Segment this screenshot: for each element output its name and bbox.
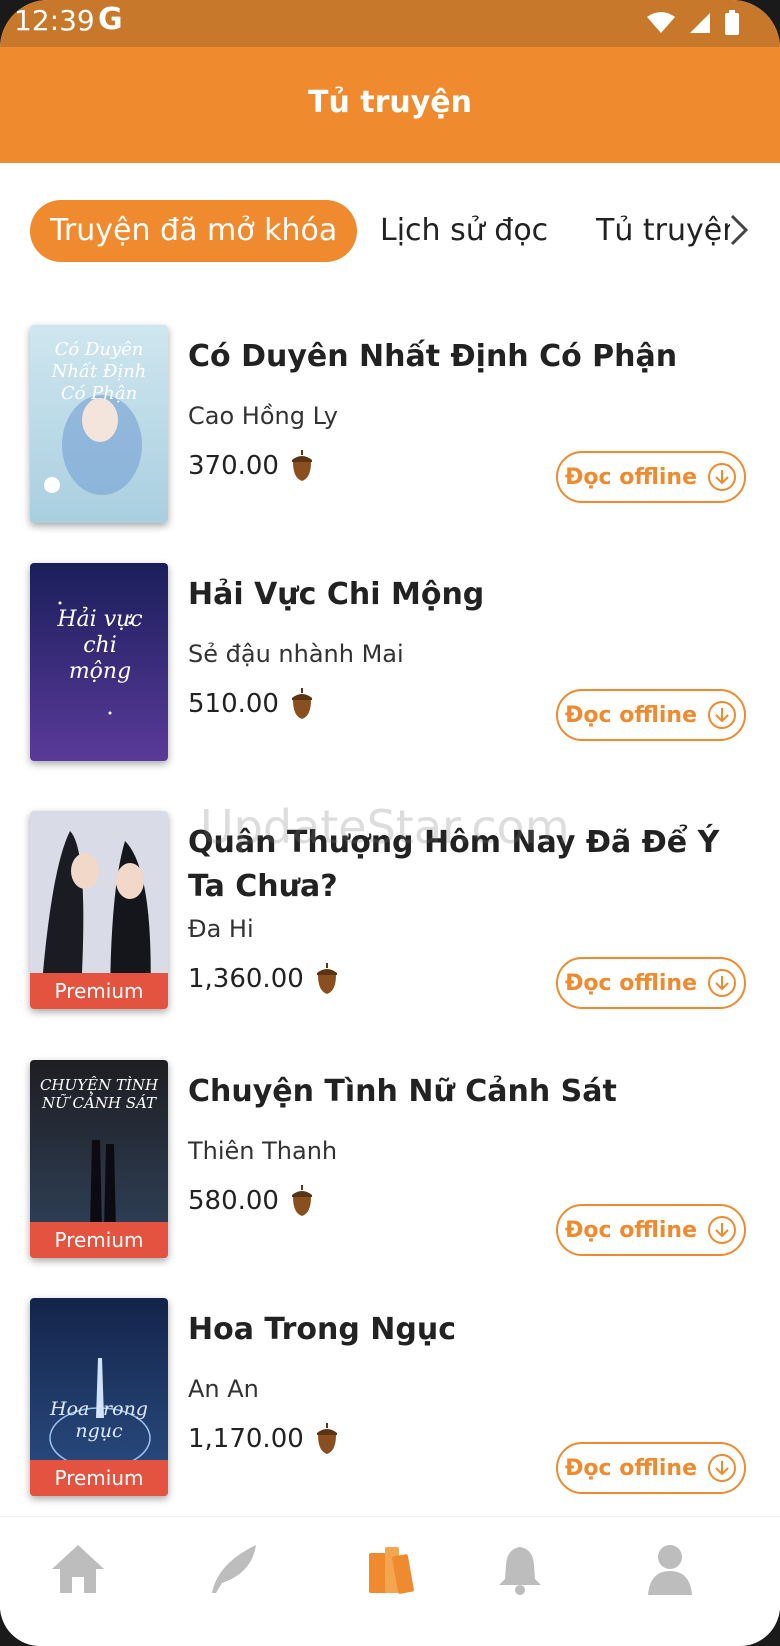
book-cover[interactable]: Hoa trong ngục Premium [30, 1298, 168, 1496]
signal-icon [690, 13, 710, 33]
book-title[interactable]: Chuyện Tình Nữ Cảnh Sát [188, 1070, 748, 1114]
battery-icon [725, 10, 739, 35]
page-title: Tủ truyện [307, 85, 473, 120]
read-offline-label: Đọc offline [564, 702, 698, 728]
book-title[interactable]: Hoa Trong Ngục [188, 1308, 748, 1352]
app-bar: Tủ truyện [0, 47, 780, 163]
read-offline-label: Đọc offline [564, 464, 698, 490]
tab-bookshelf[interactable]: Tủ truyện [596, 200, 730, 262]
app-screen: 12:39 G Tủ truyện Truyện đã mở khóa Lịch… [0, 0, 780, 1646]
list-item[interactable]: Hải vực chi mộng Hải Vực Chi Mộng Sẻ đậu… [0, 563, 780, 773]
book-cover[interactable]: CHUYỆN TÌNH NỮ CẢNH SÁT Premium [30, 1060, 168, 1258]
read-offline-button[interactable]: Đọc offline [556, 957, 746, 1009]
cover-title-text: CHUYỆN TÌNH NỮ CẢNH SÁT [39, 1076, 159, 1112]
acorn-icon [316, 963, 337, 994]
read-offline-button[interactable]: Đọc offline [556, 689, 746, 741]
price-value: 580.00 [188, 1186, 279, 1216]
acorn-icon [316, 1423, 337, 1454]
price-value: 1,170.00 [188, 1424, 304, 1454]
acorn-icon [291, 450, 312, 481]
home-icon [52, 1545, 104, 1593]
books-icon [369, 1547, 414, 1594]
price-value: 1,360.00 [188, 964, 304, 994]
book-price: 510.00 [188, 688, 315, 720]
tab-bar: Truyện đã mở khóa Lịch sử đọc Tủ truyện [0, 200, 780, 264]
nav-profile[interactable] [640, 1539, 700, 1599]
home-indicator[interactable] [318, 1630, 462, 1636]
acorn-icon [291, 1185, 312, 1216]
tab-history[interactable]: Lịch sử đọc [380, 200, 548, 262]
book-author: Đa Hi [188, 915, 254, 943]
premium-badge: Premium [30, 973, 168, 1009]
list-item[interactable]: Hoa trong ngục Premium Hoa Trong Ngục An… [0, 1298, 780, 1508]
google-icon: G [98, 2, 123, 37]
download-icon [708, 969, 737, 997]
premium-badge: Premium [30, 1460, 168, 1496]
book-price: 1,170.00 [188, 1423, 340, 1455]
book-title[interactable]: Có Duyên Nhất Định Có Phận [188, 335, 748, 379]
download-icon [708, 701, 737, 729]
status-time: 12:39 [14, 4, 95, 37]
list-item[interactable]: CHUYỆN TÌNH NỮ CẢNH SÁT Premium Chuyện T… [0, 1060, 780, 1270]
book-cover[interactable]: Hải vực chi mộng [30, 563, 168, 761]
read-offline-label: Đọc offline [564, 970, 698, 996]
read-offline-label: Đọc offline [564, 1217, 698, 1243]
book-author: An An [188, 1375, 259, 1403]
book-price: 580.00 [188, 1185, 315, 1217]
book-author: Sẻ đậu nhành Mai [188, 640, 404, 668]
read-offline-button[interactable]: Đọc offline [556, 1204, 746, 1256]
acorn-icon [291, 688, 312, 719]
nav-notifications[interactable] [490, 1539, 550, 1599]
price-value: 510.00 [188, 689, 279, 719]
book-cover[interactable]: Có Duyên Nhất Định Có Phận [30, 325, 168, 523]
tab-unlocked[interactable]: Truyện đã mở khóa [30, 200, 358, 262]
book-author: Cao Hồng Ly [188, 402, 338, 430]
status-icons [646, 10, 740, 36]
book-price: 370.00 [188, 450, 315, 482]
bottom-nav [0, 1516, 780, 1617]
price-value: 370.00 [188, 451, 279, 481]
book-price: 1,360.00 [188, 963, 340, 995]
book-author: Thiên Thanh [188, 1137, 338, 1165]
read-offline-label: Đọc offline [564, 1455, 698, 1481]
cover-title-text: Hoa trong ngục [50, 1398, 148, 1442]
list-item[interactable]: Có Duyên Nhất Định Có Phận Có Duyên Nhất… [0, 325, 780, 535]
bell-icon [499, 1547, 541, 1595]
book-cover[interactable]: Premium [30, 811, 168, 1009]
feather-icon [212, 1545, 256, 1593]
cover-title-text: Hải vực chi mộng [57, 607, 143, 684]
nav-bookshelf[interactable] [360, 1539, 420, 1599]
download-icon [708, 1216, 737, 1244]
download-icon [708, 463, 737, 491]
chevron-right-icon[interactable] [728, 212, 752, 248]
read-offline-button[interactable]: Đọc offline [556, 1442, 746, 1494]
premium-badge: Premium [30, 1222, 168, 1258]
nav-write[interactable] [204, 1539, 264, 1599]
wifi-icon [647, 12, 675, 33]
read-offline-button[interactable]: Đọc offline [556, 451, 746, 503]
cover-title-text: Có Duyên Nhất Định Có Phận [51, 339, 147, 404]
download-icon [708, 1454, 737, 1482]
book-title[interactable]: Hải Vực Chi Mộng [188, 573, 748, 617]
watermark: UpdateStar.com [200, 800, 570, 854]
nav-home[interactable] [48, 1539, 108, 1599]
status-bar: 12:39 G [0, 0, 780, 47]
user-icon [648, 1545, 692, 1595]
